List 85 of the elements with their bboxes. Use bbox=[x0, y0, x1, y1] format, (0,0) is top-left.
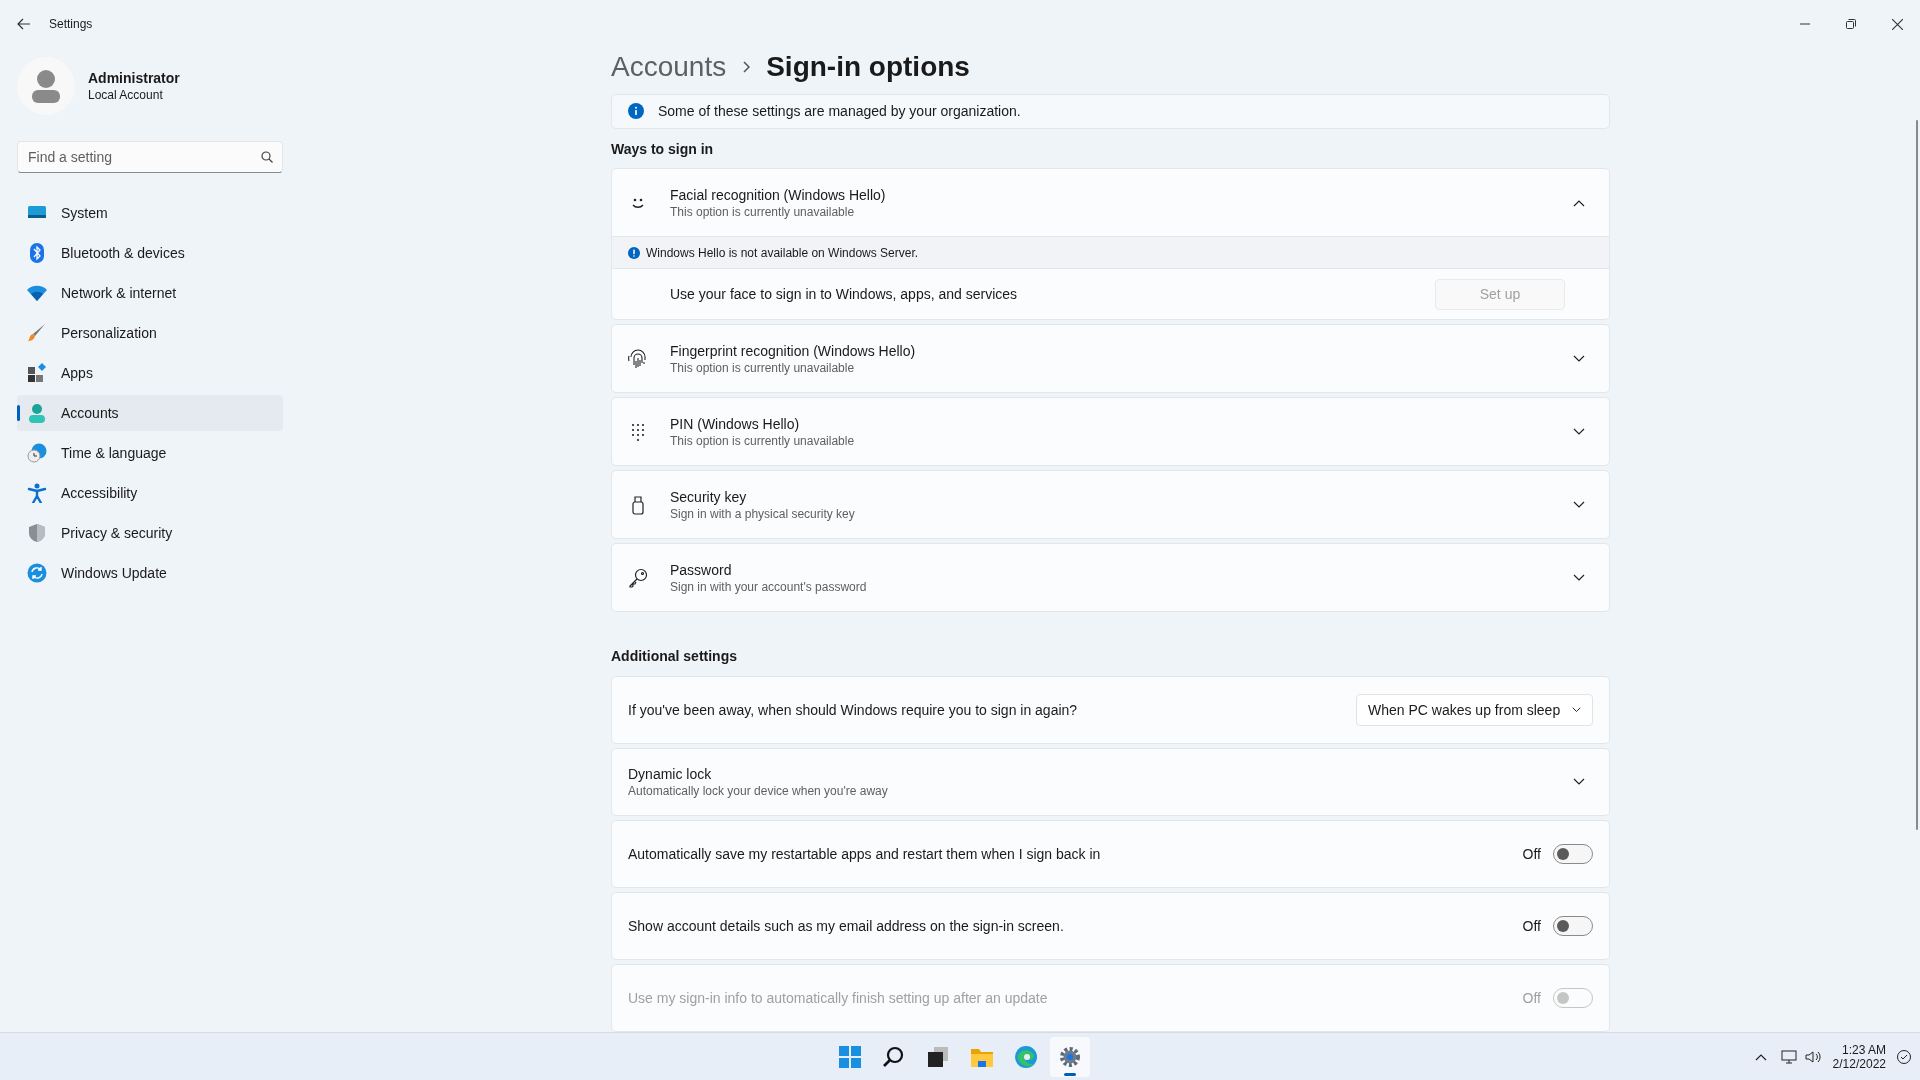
breadcrumb-link[interactable]: Accounts bbox=[611, 52, 727, 81]
toggle-state: Off bbox=[1522, 988, 1541, 1008]
expander-header[interactable]: Security key Sign in with a physical security key bbox=[612, 471, 1609, 538]
wifi-icon bbox=[27, 283, 47, 303]
update-icon bbox=[27, 563, 47, 583]
dropdown[interactable]: When PC wakes up from sleep bbox=[1356, 694, 1593, 726]
expander-header[interactable]: Facial recognition (Windows Hello) This option is currently unavailable bbox=[612, 169, 1609, 236]
option-title: Password bbox=[670, 560, 733, 579]
bluetooth-icon bbox=[27, 243, 47, 263]
nav-item[interactable]: Time & language bbox=[17, 435, 283, 471]
chevron-down-icon[interactable] bbox=[1573, 354, 1585, 363]
notice-text: Windows Hello is not available on Windows Server. bbox=[646, 244, 919, 262]
nav-item[interactable]: Bluetooth & devices bbox=[17, 235, 283, 271]
section-heading: Additional settings bbox=[611, 647, 738, 666]
info-icon bbox=[628, 103, 644, 120]
option-title: Fingerprint recognition (Windows Hello) bbox=[670, 341, 916, 360]
account-type: Local Account bbox=[88, 87, 164, 103]
task-view-icon bbox=[926, 1045, 950, 1069]
restore-icon bbox=[1846, 19, 1856, 29]
search-icon bbox=[882, 1045, 906, 1069]
monitor-icon[interactable] bbox=[1780, 1048, 1797, 1065]
apps-icon bbox=[27, 363, 47, 383]
option-description: Use your face to sign in to Windows, apps, and services bbox=[670, 284, 1018, 304]
expander-header[interactable]: Password Sign in with your account's password bbox=[612, 544, 1609, 611]
accessibility-icon bbox=[27, 483, 47, 503]
back-icon[interactable] bbox=[17, 17, 31, 31]
gear-icon bbox=[1058, 1045, 1082, 1069]
close-icon bbox=[1891, 18, 1903, 30]
nav-item[interactable]: Personalization bbox=[17, 315, 283, 351]
clock-date[interactable]: 2/12/2022 bbox=[1832, 1056, 1886, 1071]
setting-subtitle: Automatically lock your device when you're away bbox=[628, 783, 888, 799]
chevron-down-icon[interactable] bbox=[1573, 427, 1585, 436]
setting-label: Automatically save my restartable apps and restart them when I sign back in bbox=[628, 844, 1101, 864]
volume-icon[interactable] bbox=[1804, 1048, 1823, 1065]
brush-icon bbox=[27, 323, 47, 343]
key-icon bbox=[628, 567, 648, 588]
nav-item[interactable]: Network & internet bbox=[17, 275, 283, 311]
nav-item[interactable]: Apps bbox=[17, 355, 283, 391]
search-icon[interactable] bbox=[261, 151, 273, 163]
chevron-up-icon[interactable] bbox=[1573, 198, 1585, 207]
chevron-down-icon[interactable] bbox=[1573, 573, 1585, 582]
search-field[interactable]: Find a setting bbox=[17, 141, 283, 173]
clock-time[interactable]: 1:23 AM bbox=[1841, 1042, 1886, 1057]
shield-icon bbox=[27, 523, 47, 543]
expander-header[interactable]: PIN (Windows Hello) This option is currently unavailable bbox=[612, 398, 1609, 465]
nav-item[interactable]: Windows Update bbox=[17, 555, 283, 591]
setting-label: If you've been away, when should Windows require you to sign in again? bbox=[628, 700, 1078, 720]
nav-item[interactable]: Accounts bbox=[17, 395, 283, 431]
section-heading: Ways to sign in bbox=[611, 140, 715, 159]
browser-icon bbox=[1014, 1045, 1038, 1069]
info-icon bbox=[628, 246, 640, 259]
chevron-down-icon[interactable] bbox=[1573, 778, 1585, 786]
option-subtitle: This option is currently unavailable bbox=[670, 359, 856, 376]
toggle-state: Off bbox=[1522, 916, 1541, 936]
option-title: Security key bbox=[670, 487, 748, 506]
page-title: Sign-in options bbox=[766, 52, 970, 81]
expander-header[interactable]: Fingerprint recognition (Windows Hello) This option is currently unavailable bbox=[612, 325, 1609, 392]
option-subtitle: Sign in with a physical security key bbox=[670, 505, 855, 522]
nav-item[interactable]: Privacy & security bbox=[17, 515, 283, 551]
windows-logo-icon bbox=[838, 1045, 862, 1069]
option-subtitle: This option is currently unavailable bbox=[670, 432, 855, 449]
option-subtitle: Sign in with your account's password bbox=[670, 578, 867, 595]
toggle-switch[interactable] bbox=[1553, 916, 1593, 936]
nav-item[interactable]: System bbox=[17, 195, 283, 231]
setting-title: Dynamic lock bbox=[628, 765, 713, 783]
chevron-up-icon[interactable] bbox=[1754, 1052, 1767, 1061]
user-name: Administrator bbox=[88, 69, 180, 87]
option-title: Facial recognition (Windows Hello) bbox=[670, 185, 886, 204]
info-text: Some of these settings are managed by your organization. bbox=[658, 101, 1021, 121]
scrollbar-thumb[interactable] bbox=[1916, 120, 1918, 830]
chevron-down-icon bbox=[1572, 707, 1581, 713]
toggle-state: Off bbox=[1522, 844, 1541, 864]
setting-label: Use my sign-in info to automatically finish setting up after an update bbox=[628, 988, 1048, 1008]
chevron-right-icon bbox=[742, 60, 751, 73]
toggle-switch[interactable] bbox=[1553, 844, 1593, 864]
option-title: PIN (Windows Hello) bbox=[670, 414, 801, 433]
chevron-down-icon[interactable] bbox=[1573, 500, 1585, 509]
notification-icon[interactable] bbox=[1896, 1048, 1912, 1065]
option-subtitle: This option is currently unavailable bbox=[670, 203, 856, 220]
window-title: Settings bbox=[49, 16, 93, 33]
fingerprint-icon bbox=[628, 348, 648, 369]
person-icon bbox=[27, 403, 47, 423]
setting-label: Show account details such as my email address on the sign-in screen. bbox=[628, 916, 1064, 936]
globe-clock-icon bbox=[27, 443, 47, 463]
nav-item[interactable]: Accessibility bbox=[17, 475, 283, 511]
